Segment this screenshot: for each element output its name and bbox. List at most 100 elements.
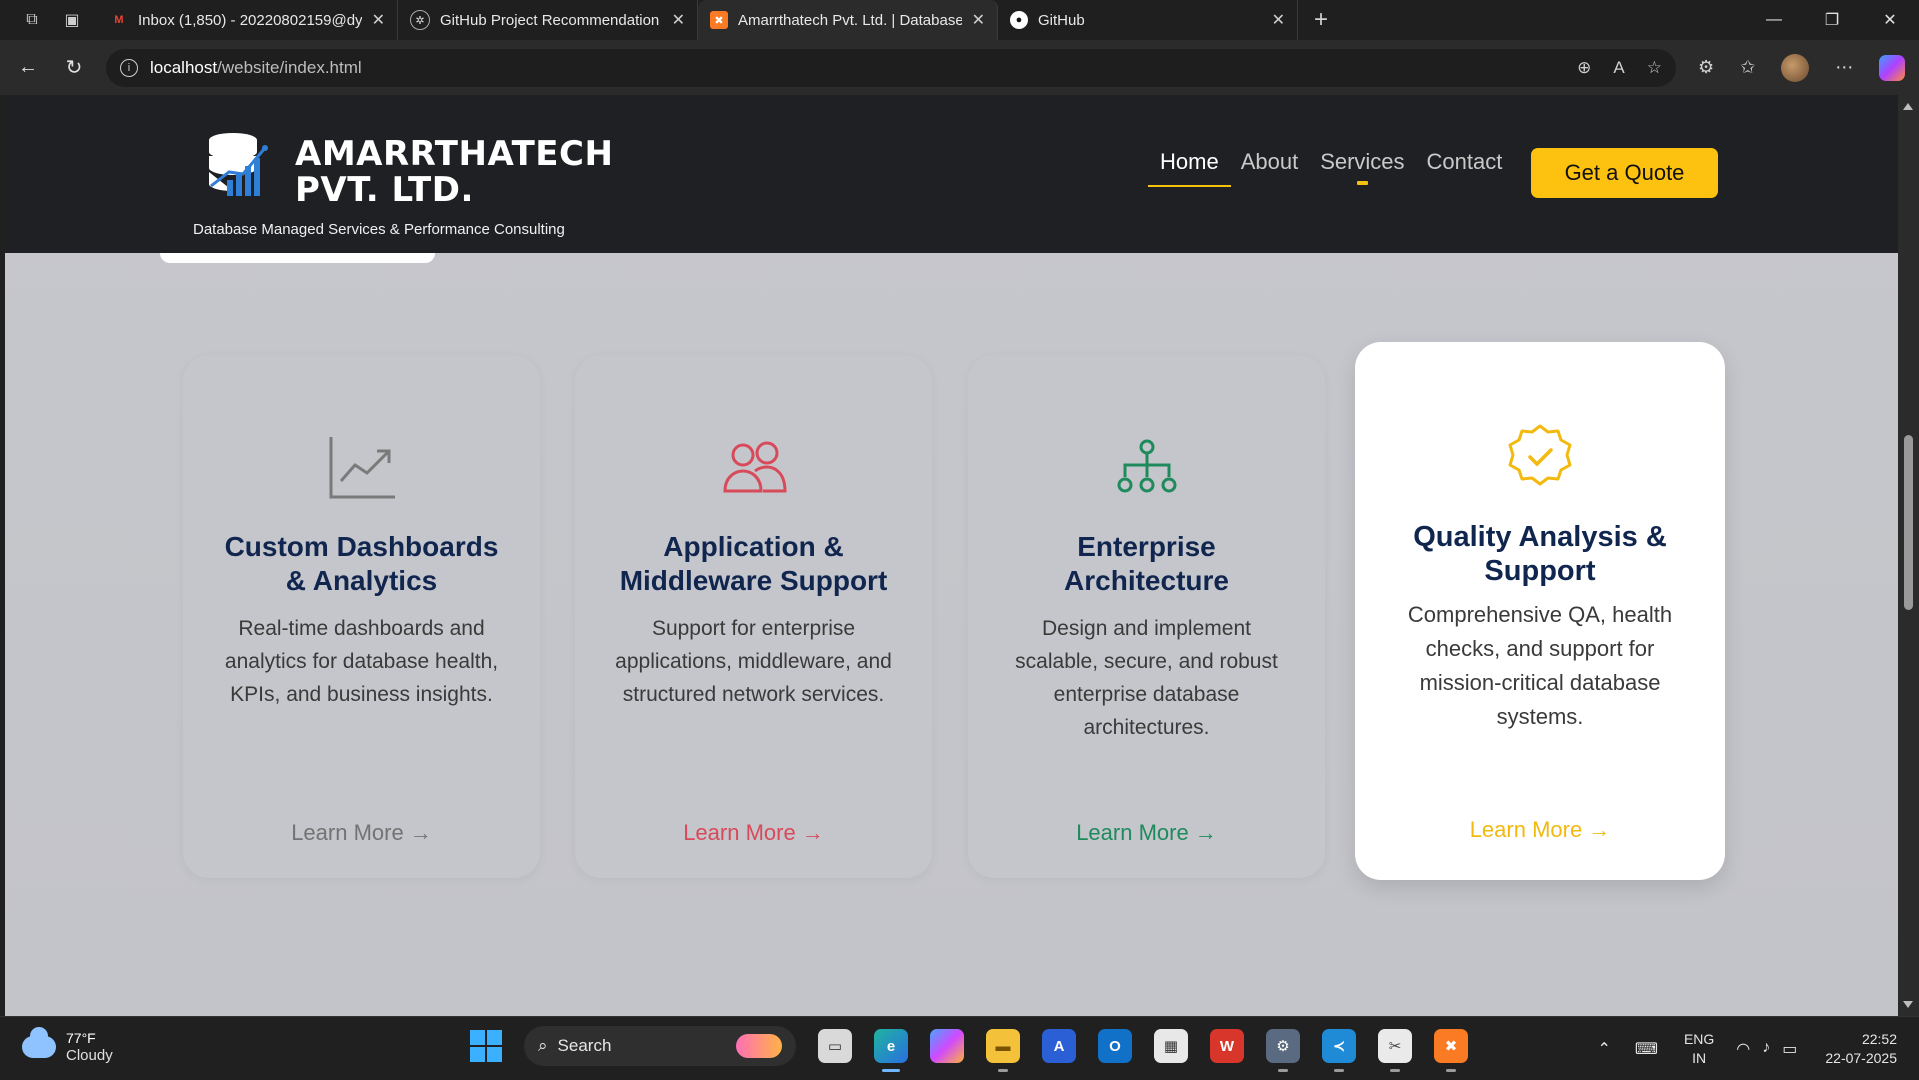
volume-icon[interactable]: ♪ <box>1762 1039 1770 1059</box>
battery-icon[interactable]: ▭ <box>1782 1039 1797 1059</box>
vertical-tabs-icon[interactable]: ▣ <box>60 8 84 32</box>
system-tray: ⌃ ⌨ ENG IN ◠ ♪ ▭ 22:52 22-07-2025 <box>1597 1017 1919 1080</box>
tab-chatgpt[interactable]: ✲ GitHub Project Recommendation ✕ <box>398 0 698 40</box>
browser-tab-bar: ⧉ ▣ M Inbox (1,850) - 20220802159@dy ✕ ✲… <box>0 0 1919 40</box>
site-header: AMARRTHATECH PVT. LTD. Database Managed … <box>5 95 1898 253</box>
close-tab-icon[interactable]: ✕ <box>372 10 385 30</box>
snipping-tool-icon[interactable]: ✂ <box>1378 1029 1412 1072</box>
minimize-icon[interactable]: — <box>1745 0 1803 40</box>
wifi-icon[interactable]: ◠ <box>1736 1039 1750 1059</box>
search-label: Search <box>557 1036 612 1055</box>
address-bar[interactable]: i localhost/website/index.html ⊕ A ☆ <box>106 48 1676 87</box>
tab-title: GitHub Project Recommendation <box>440 11 660 29</box>
restore-icon[interactable]: ❐ <box>1803 0 1861 40</box>
learn-more-link[interactable]: Learn More → <box>1355 817 1725 843</box>
close-tab-icon[interactable]: ✕ <box>972 10 985 30</box>
brand-name: AMARRTHATECH PVT. LTD. <box>295 134 614 210</box>
weather-condition: Cloudy <box>66 1047 113 1064</box>
taskbar-apps: ⌕ Search ▭ e ▬ A O ▦ W ⚙ ≺ ✂ ✖ <box>470 1026 1468 1072</box>
scroll-down-icon[interactable] <box>1903 1001 1913 1008</box>
xampp-taskbar-icon[interactable]: ✖ <box>1434 1029 1468 1072</box>
windows-start-icon[interactable] <box>470 1030 502 1062</box>
copilot-icon[interactable] <box>1879 54 1906 81</box>
chevron-up-icon[interactable]: ⌃ <box>1597 1039 1610 1059</box>
github-icon: ● <box>1010 11 1028 29</box>
service-card-quality[interactable]: Quality Analysis & Support Comprehensive… <box>1355 342 1725 880</box>
learn-more-link[interactable]: Learn More → <box>183 820 540 846</box>
temperature: 77°F <box>66 1030 96 1046</box>
back-icon[interactable]: ← <box>10 50 46 86</box>
task-view-icon[interactable]: ▭ <box>818 1029 852 1063</box>
url-text[interactable]: localhost/website/index.html <box>150 58 362 78</box>
nav-about[interactable]: About <box>1241 149 1299 187</box>
scroll-up-icon[interactable] <box>1903 103 1913 110</box>
keyboard-icon[interactable]: ⌨ <box>1635 1039 1658 1059</box>
weather-widget[interactable]: 77°F Cloudy <box>22 1027 113 1065</box>
service-card-architecture[interactable]: Enterprise Architecture Design and imple… <box>968 355 1325 878</box>
clock[interactable]: 22:52 22-07-2025 <box>1825 1030 1897 1068</box>
card-description: Support for enterprise applications, mid… <box>615 617 892 706</box>
store-icon[interactable]: ▦ <box>1154 1029 1188 1063</box>
scroll-thumb[interactable] <box>1904 435 1913 610</box>
users-icon <box>722 441 787 493</box>
outlook-icon[interactable]: O <box>1098 1029 1132 1063</box>
copilot-app-icon[interactable] <box>930 1029 964 1063</box>
card-title: Application & Middleware Support <box>619 531 888 596</box>
zoom-icon[interactable]: ⊕ <box>1577 58 1591 78</box>
new-tab-icon[interactable]: + <box>1314 6 1328 34</box>
learn-more-link[interactable]: Learn More → <box>968 820 1325 846</box>
nav-contact[interactable]: Contact <box>1427 149 1503 187</box>
favorite-star-icon[interactable]: ☆ <box>1647 58 1662 78</box>
close-tab-icon[interactable]: ✕ <box>672 10 685 30</box>
card-description: Design and implement scalable, secure, a… <box>1015 617 1278 739</box>
badge-check-icon <box>1508 424 1572 486</box>
tab-github[interactable]: ● GitHub ✕ <box>998 0 1298 40</box>
read-aloud-icon[interactable]: A <box>1613 58 1624 78</box>
tab-gmail[interactable]: M Inbox (1,850) - 20220802159@dy ✕ <box>98 0 398 40</box>
tab-title: Inbox (1,850) - 20220802159@dy <box>138 11 362 29</box>
site-info-icon[interactable]: i <box>120 58 138 77</box>
workspaces-icon[interactable]: ⧉ <box>20 8 44 32</box>
azure-icon[interactable]: A <box>1042 1029 1076 1063</box>
edge-icon[interactable]: e <box>874 1029 908 1072</box>
card-title: Quality Analysis & Support <box>1413 521 1667 587</box>
profile-avatar[interactable] <box>1781 53 1810 82</box>
service-card-dashboards[interactable]: Custom Dashboards & Analytics Real-time … <box>183 355 540 878</box>
get-quote-button[interactable]: Get a Quote <box>1531 148 1718 198</box>
cloud-icon <box>22 1027 56 1058</box>
brave-icon[interactable]: W <box>1210 1029 1244 1063</box>
close-window-icon[interactable]: ✕ <box>1861 0 1919 40</box>
more-menu-icon[interactable]: ⋯ <box>1835 57 1853 78</box>
settings-icon[interactable]: ⚙ <box>1266 1029 1300 1072</box>
xampp-icon: ✖ <box>710 11 728 29</box>
nav-home[interactable]: Home <box>1148 149 1231 187</box>
vscode-icon[interactable]: ≺ <box>1322 1029 1356 1072</box>
page-viewport: AMARRTHATECH PVT. LTD. Database Managed … <box>5 95 1898 1016</box>
close-tab-icon[interactable]: ✕ <box>1272 10 1285 30</box>
address-toolbar: ← ↻ i localhost/website/index.html ⊕ A ☆… <box>0 40 1919 95</box>
search-icon: ⌕ <box>538 1036 548 1055</box>
language-indicator[interactable]: ENG IN <box>1684 1030 1714 1068</box>
extensions-icon[interactable]: ⚙ <box>1698 57 1714 78</box>
card-description: Real-time dashboards and analytics for d… <box>224 617 499 706</box>
favorites-icon[interactable]: ✩ <box>1740 57 1755 78</box>
brand-logo[interactable]: AMARRTHATECH PVT. LTD. Database Managed … <box>185 110 613 258</box>
card-title: Custom Dashboards & Analytics <box>224 531 499 596</box>
search-highlight-icon <box>736 1034 782 1058</box>
sitemap-icon <box>1117 439 1176 493</box>
line-chart-icon <box>329 437 395 499</box>
learn-more-link[interactable]: Learn More → <box>575 820 932 846</box>
tab-amarrthatech[interactable]: ✖ Amarrthatech Pvt. Ltd. | Database ✕ <box>698 0 998 40</box>
refresh-icon[interactable]: ↻ <box>56 50 92 86</box>
file-explorer-icon[interactable]: ▬ <box>986 1029 1020 1072</box>
tab-title: GitHub <box>1038 11 1085 29</box>
taskbar-search[interactable]: ⌕ Search <box>524 1026 796 1066</box>
main-nav: Home About Services Contact <box>1148 149 1503 187</box>
chatgpt-icon: ✲ <box>410 10 430 30</box>
service-card-middleware[interactable]: Application & Middleware Support Support… <box>575 355 932 878</box>
page-scrollbar[interactable] <box>1898 95 1919 1016</box>
windows-taskbar: 77°F Cloudy ⌕ Search ▭ e ▬ A O ▦ W ⚙ ≺ ✂… <box>0 1016 1919 1080</box>
tab-title: Amarrthatech Pvt. Ltd. | Database <box>738 11 962 29</box>
nav-services[interactable]: Services <box>1320 149 1405 187</box>
gmail-icon: M <box>114 14 124 26</box>
